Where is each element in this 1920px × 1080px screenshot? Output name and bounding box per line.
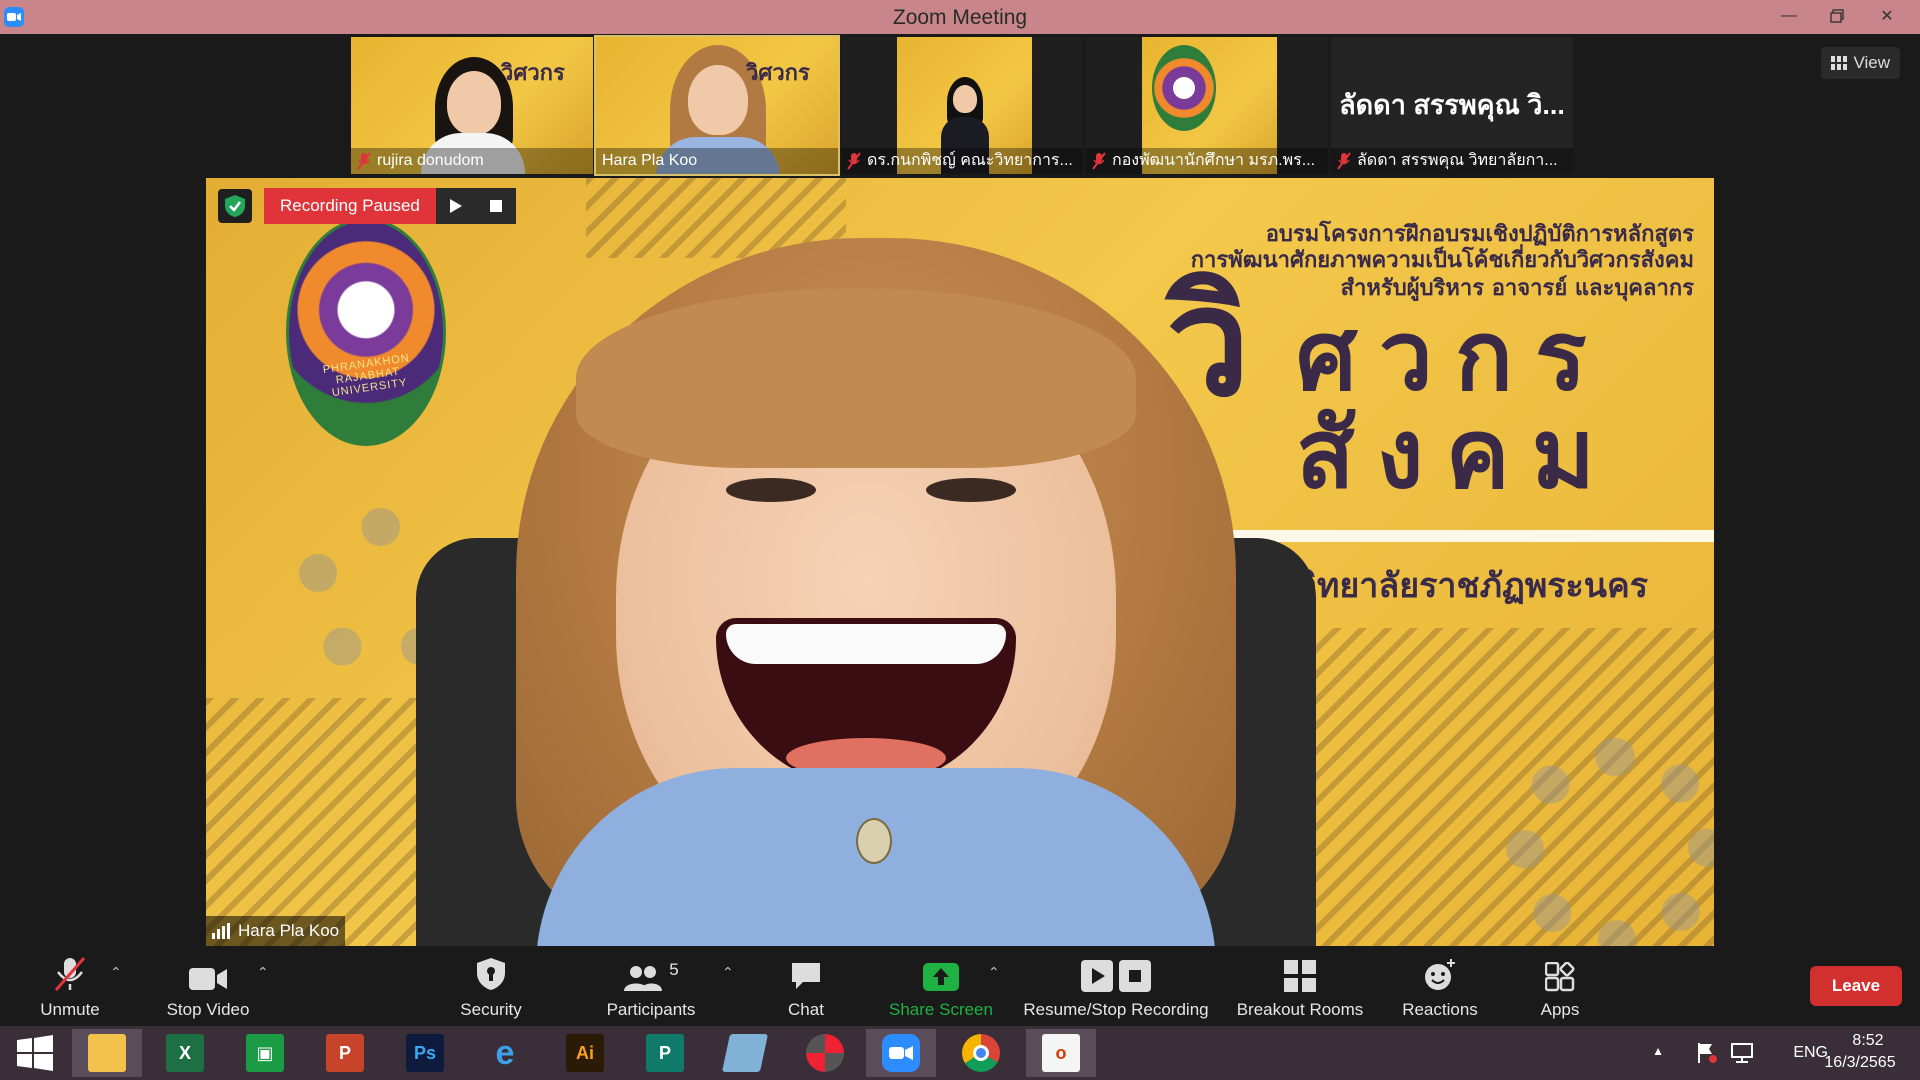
participant-name: ลัดดา สรรพคุณ วิทยาลัยกา... <box>1331 148 1573 174</box>
share-screen-icon <box>922 952 960 992</box>
photoscape-icon <box>806 1034 844 1072</box>
share-screen-button[interactable]: Share Screen <box>880 946 1002 1026</box>
participant-tile[interactable]: ลัดดา สรรพคุณ วิ... ลัดดา สรรพคุณ วิทยาล… <box>1331 37 1573 174</box>
speaker-name-label: Hara Pla Koo <box>206 916 346 946</box>
resume-recording-button[interactable] <box>435 188 476 224</box>
stop-recording-button[interactable] <box>475 188 516 224</box>
zoom-taskbar[interactable] <box>866 1029 936 1077</box>
participant-strip: วิศวกร rujira donudom วิศวกร Hara Pla Ko… <box>351 35 1573 176</box>
chat-bubble-icon <box>789 952 823 992</box>
mic-muted-icon <box>847 152 861 170</box>
participants-icon <box>624 966 663 991</box>
zoom-icon <box>882 1034 920 1072</box>
recording-indicator: Recording Paused <box>218 188 516 224</box>
grid-icon <box>1831 56 1848 70</box>
office-icon: o <box>1042 1034 1080 1072</box>
network-icon[interactable] <box>1730 1042 1754 1069</box>
participant-tile[interactable]: ดร.กนกพิชญ์ คณะวิทยาการ... <box>841 37 1083 174</box>
chat-button[interactable]: Chat <box>770 946 842 1026</box>
breakout-rooms-button[interactable]: Breakout Rooms <box>1230 946 1370 1026</box>
publisher-icon: P <box>646 1034 684 1072</box>
participant-name: rujira donudom <box>351 148 593 174</box>
office-taskbar[interactable]: o <box>1026 1029 1096 1077</box>
reactions-button[interactable]: Reactions <box>1394 946 1486 1026</box>
title-bar: Zoom Meeting — ✕ <box>0 0 1920 34</box>
windows-taskbar: X ▣ P Ps e Ai P o ▲ ENG 8:52 16/3/2565 <box>0 1026 1920 1080</box>
signal-strength-icon <box>212 923 230 939</box>
security-shield-icon <box>218 189 252 223</box>
unmute-button[interactable]: Unmute <box>22 946 118 1026</box>
mic-muted-icon <box>1092 152 1106 170</box>
close-button[interactable]: ✕ <box>1864 0 1910 32</box>
store-icon: ▣ <box>246 1034 284 1072</box>
participant-tile[interactable]: กองพัฒนานักศึกษา มรภ.พร... <box>1086 37 1328 174</box>
play-icon <box>449 199 462 213</box>
restore-button[interactable] <box>1814 0 1860 32</box>
internet-explorer-icon: e <box>495 1033 515 1072</box>
mic-muted-icon <box>53 952 87 992</box>
participant-name: กองพัฒนานักศึกษา มรภ.พร... <box>1086 148 1328 174</box>
active-speaker-video[interactable]: PHRANAKHON RAJABHAT UNIVERSITY อบรมโครงก… <box>206 178 1714 946</box>
play-recording-icon <box>1081 960 1113 992</box>
video-camera-icon <box>188 952 228 992</box>
view-button[interactable]: View <box>1821 47 1900 79</box>
illustrator-icon: Ai <box>566 1034 604 1072</box>
photoshop-taskbar[interactable]: Ps <box>390 1029 460 1077</box>
shield-icon <box>475 952 507 992</box>
start-button[interactable] <box>0 1029 70 1077</box>
clock-time: 8:52 <box>1852 1032 1884 1049</box>
folder-icon <box>88 1034 126 1072</box>
show-hidden-icons-chevron-icon[interactable]: ▲ <box>1652 1044 1664 1058</box>
participant-name: ดร.กนกพิชญ์ คณะวิทยาการ... <box>841 148 1083 174</box>
smiley-plus-icon <box>1423 952 1457 992</box>
stop-recording-icon <box>1119 960 1151 992</box>
participants-options-chevron-icon[interactable]: ⌃ <box>722 964 734 981</box>
internet-explorer-taskbar[interactable]: e <box>470 1029 540 1077</box>
participant-display-name: ลัดดา สรรพคุณ วิ... <box>1339 90 1565 120</box>
university-seal <box>286 218 446 446</box>
powerpoint-taskbar[interactable]: P <box>310 1029 380 1077</box>
mic-muted-icon <box>1337 152 1351 170</box>
photoshop-icon: Ps <box>406 1034 444 1072</box>
stop-icon <box>489 200 502 212</box>
illustrator-taskbar[interactable]: Ai <box>550 1029 620 1077</box>
leave-button[interactable]: Leave <box>1810 966 1902 1006</box>
file-explorer-taskbar[interactable] <box>72 1029 142 1077</box>
apps-icon <box>1545 952 1575 992</box>
participant-tile[interactable]: วิศวกร rujira donudom <box>351 37 593 174</box>
breakout-rooms-icon <box>1284 952 1316 992</box>
action-center-flag-icon[interactable] <box>1696 1042 1718 1069</box>
notes-icon <box>721 1034 769 1072</box>
meeting-toolbar: Unmute ⌃ Stop Video ⌃ Security 5 Partici… <box>0 946 1920 1026</box>
participants-button[interactable]: 5 Participants <box>596 946 706 1026</box>
minimize-button[interactable]: — <box>1766 0 1812 32</box>
resume-stop-recording-button[interactable]: Resume/Stop Recording <box>1016 946 1216 1026</box>
excel-taskbar[interactable]: X <box>150 1029 220 1077</box>
notes-taskbar[interactable] <box>710 1029 780 1077</box>
window-title: Zoom Meeting <box>892 6 1028 29</box>
stop-video-button[interactable]: Stop Video <box>158 946 258 1026</box>
recording-status: Recording Paused <box>264 188 436 224</box>
excel-icon: X <box>166 1034 204 1072</box>
audio-options-chevron-icon[interactable]: ⌃ <box>110 964 122 981</box>
security-button[interactable]: Security <box>446 946 536 1026</box>
photoscape-taskbar[interactable] <box>790 1029 860 1077</box>
mic-muted-icon <box>357 152 371 170</box>
clock[interactable]: 8:52 16/3/2565 <box>1824 1032 1898 1072</box>
store-taskbar[interactable]: ▣ <box>230 1029 300 1077</box>
powerpoint-icon: P <box>326 1034 364 1072</box>
participant-tile-active[interactable]: วิศวกร Hara Pla Koo <box>594 35 840 176</box>
participants-count: 5 <box>669 960 679 979</box>
participant-name: Hara Pla Koo <box>596 148 838 174</box>
publisher-taskbar[interactable]: P <box>630 1029 700 1077</box>
windows-logo-icon <box>17 1035 53 1071</box>
chrome-taskbar[interactable] <box>946 1029 1016 1077</box>
clock-date: 16/3/2565 <box>1824 1054 1896 1071</box>
share-options-chevron-icon[interactable]: ⌃ <box>988 964 1000 981</box>
video-options-chevron-icon[interactable]: ⌃ <box>257 964 269 981</box>
university-seal <box>1152 45 1216 131</box>
apps-button[interactable]: Apps <box>1530 946 1590 1026</box>
chrome-icon <box>962 1034 1000 1072</box>
